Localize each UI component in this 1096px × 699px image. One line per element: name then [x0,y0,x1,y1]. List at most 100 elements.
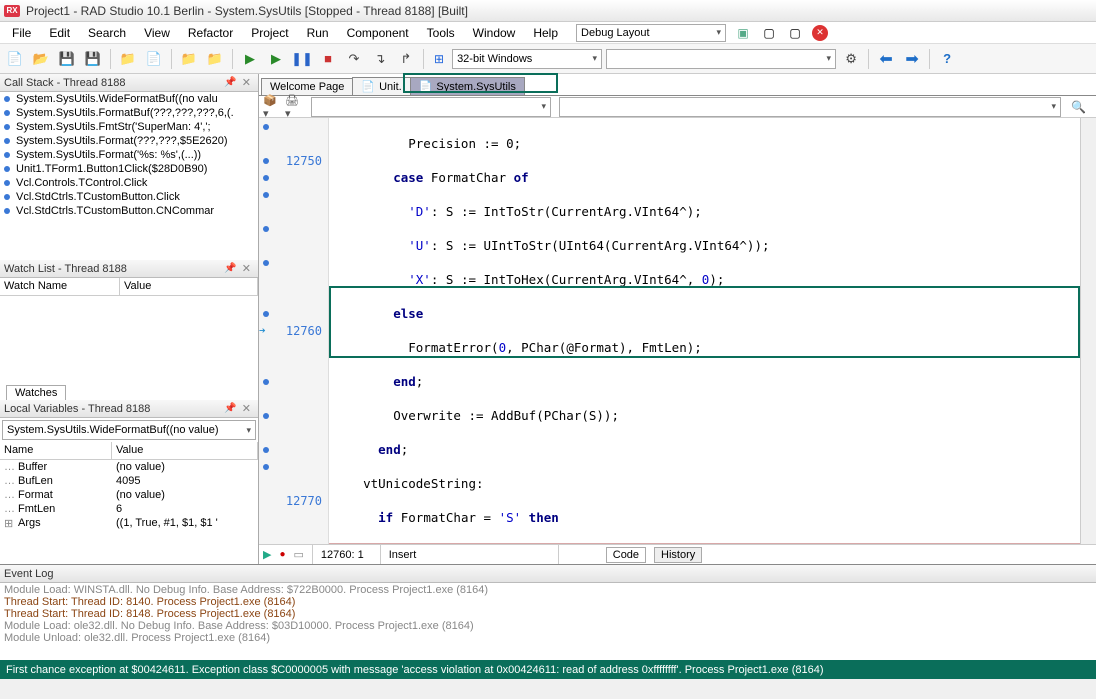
stop-debug-icon[interactable]: ✕ [812,25,828,41]
tab-sysutils[interactable]: 📄System.SysUtils [410,77,525,95]
code-line: FormatError(0, PChar(@Format), FmtLen); [329,339,1080,356]
watch-col-value[interactable]: Value [120,278,258,295]
run-no-debug-button[interactable]: ▶ [265,48,287,70]
print-icon[interactable]: 🖨▾ [285,98,303,116]
menu-help[interactable]: Help [525,24,566,42]
method-combo-right[interactable] [559,97,1061,117]
menu-edit[interactable]: Edit [41,24,78,42]
menu-file[interactable]: File [4,24,39,42]
new-button[interactable]: 📄 [4,48,26,70]
add-file-button[interactable]: 📄 [143,48,165,70]
menu-search[interactable]: Search [80,24,134,42]
callstack-title: Call Stack - Thread 8188 [4,77,125,89]
pin-icon[interactable]: 📌 [222,77,238,88]
nav-fwd-button[interactable]: ➡ [901,48,923,70]
breakpoint-dot[interactable] [263,311,269,317]
menu-window[interactable]: Window [465,24,524,42]
method-combo-left[interactable] [311,97,551,117]
layout-icon-1[interactable]: ▢ [760,24,778,42]
help-button[interactable]: ? [936,48,958,70]
close-icon[interactable]: ✕ [239,402,254,415]
config-combo[interactable] [606,49,836,69]
step-into-button[interactable]: ↴ [369,48,391,70]
breakpoint-dot[interactable] [263,379,269,385]
breakpoint-dot[interactable] [263,260,269,266]
watch-tab[interactable]: Watches [6,385,66,400]
pause-button[interactable]: ❚❚ [291,48,313,70]
callstack-list[interactable]: System.SysUtils.WideFormatBuf((no valu S… [0,92,258,260]
code-line: 'X': S := IntToHex(CurrentArg.VInt64^, 0… [329,271,1080,288]
step-out-button[interactable]: ↱ [395,48,417,70]
layout-combo[interactable]: Debug Layout [576,24,726,42]
config-button[interactable]: ⚙ [840,48,862,70]
eventlog-title: Event Log [4,568,54,580]
folder-button[interactable]: 📁 [178,48,200,70]
log-line: Module Load: ole32.dll. No Debug Info. B… [4,620,1092,632]
save-button[interactable]: 💾 [56,48,78,70]
code-line: 'D': S := IntToStr(CurrentArg.VInt64^); [329,203,1080,220]
breakpoint-dot[interactable] [263,124,269,130]
breakpoint-dot[interactable] [263,192,269,198]
menu-component[interactable]: Component [339,24,417,42]
separator [232,49,233,69]
open-button[interactable]: 📂 [30,48,52,70]
add-folder-button[interactable]: 📁 [204,48,226,70]
menu-view[interactable]: View [136,24,178,42]
callstack-header: Call Stack - Thread 8188 📌 ✕ [0,74,258,92]
view-tab-history[interactable]: History [654,547,702,563]
watch-body[interactable]: Watches [0,296,258,400]
tab-welcome[interactable]: Welcome Page [261,78,353,95]
breakpoint-dot[interactable] [263,413,269,419]
separator [171,49,172,69]
layout-save-icon[interactable]: ▣ [734,24,752,42]
code-line: Precision := 0; [329,135,1080,152]
locals-col-value[interactable]: Value [112,442,258,459]
close-icon[interactable]: ✕ [239,76,254,89]
callstack-item: Unit1.TForm1.Button1Click($28D0B90) [0,162,258,176]
saveall-button[interactable]: 💾 [82,48,104,70]
eventlog-header: Event Log [0,565,1096,583]
locals-body[interactable]: …Buffer(no value) …BufLen4095 …Format(no… [0,460,258,564]
platform-combo[interactable]: 32-bit Windows [452,49,602,69]
code-editor[interactable]: Precision := 0; case FormatChar of 'D': … [329,118,1080,544]
close-icon[interactable]: ✕ [239,262,254,275]
breakpoint-dot[interactable] [263,158,269,164]
menu-refactor[interactable]: Refactor [180,24,241,42]
layout-icon-2[interactable]: ▢ [786,24,804,42]
breakpoint-dot[interactable] [263,447,269,453]
pin-icon[interactable]: 📌 [222,403,238,414]
locals-row: …FmtLen6 [0,502,258,516]
separator [929,49,930,69]
search-icon[interactable]: 🔍 [1071,100,1086,114]
breakpoint-dot[interactable] [263,464,269,470]
eventlog-body[interactable]: Module Load: WINSTA.dll. No Debug Info. … [0,583,1096,660]
locals-row: ⊞Args((1, True, #1, $1, $1 ' [0,516,258,531]
app-icon: RX [4,5,20,17]
view-tab-code[interactable]: Code [606,547,646,563]
menu-tools[interactable]: Tools [419,24,463,42]
nav-back-button[interactable]: ⬅ [875,48,897,70]
macro-record-icon[interactable]: ● [279,549,285,560]
menu-run[interactable]: Run [299,24,337,42]
breakpoint-dot[interactable] [263,175,269,181]
vertical-scrollbar[interactable] [1080,118,1096,544]
watch-title: Watch List - Thread 8188 [4,263,127,275]
step-over-button[interactable]: ↷ [343,48,365,70]
locals-columns: Name Value [0,442,258,460]
line-gutter[interactable]: 12750 ➔12760 12770 [259,118,329,544]
macro-play-icon[interactable]: ▶ [263,548,271,561]
watch-col-name[interactable]: Watch Name [0,278,120,295]
locals-scope-combo[interactable]: System.SysUtils.WideFormatBuf((no value) [2,420,256,440]
title-bar: RX Project1 - RAD Studio 10.1 Berlin - S… [0,0,1096,22]
cursor-pos: 12760: 1 [312,545,372,564]
tab-unit[interactable]: 📄Unit. [352,77,410,95]
stop-button[interactable]: ■ [317,48,339,70]
locals-col-name[interactable]: Name [0,442,112,459]
unit-combo-icon[interactable]: 📦▾ [263,98,281,116]
pin-icon[interactable]: 📌 [222,263,238,274]
open-project-button[interactable]: 📁 [117,48,139,70]
breakpoint-dot[interactable] [263,226,269,232]
run-button[interactable]: ▶ [239,48,261,70]
locals-row: …Format(no value) [0,488,258,502]
menu-project[interactable]: Project [243,24,296,42]
